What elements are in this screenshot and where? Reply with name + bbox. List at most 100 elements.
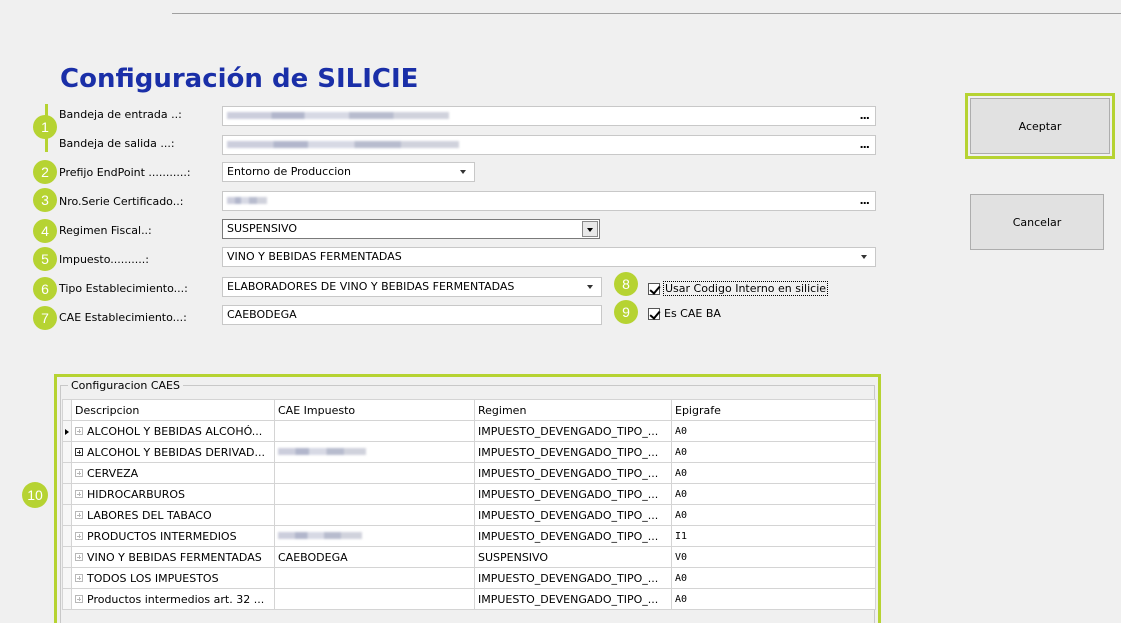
cell-descripcion[interactable]: CERVEZA [71, 462, 275, 484]
top-divider [172, 13, 1121, 14]
redacted-path [227, 140, 459, 148]
es-cae-ba-checkbox[interactable] [648, 308, 660, 320]
cell-cae[interactable] [274, 441, 475, 463]
cell-descripcion[interactable]: PRODUCTOS INTERMEDIOS [71, 525, 275, 547]
cell-cae[interactable] [274, 588, 475, 610]
prefijo-endpoint-label: Prefijo EndPoint ...........: [59, 166, 191, 179]
column-header-cae-impuesto[interactable]: CAE Impuesto [274, 399, 475, 421]
es-cae-ba-label[interactable]: Es CAE BA [664, 307, 721, 320]
tipo-establecimiento-label: Tipo Establecimiento...: [59, 282, 188, 295]
cell-cae[interactable] [274, 525, 475, 547]
column-header-regimen[interactable]: Regimen [474, 399, 672, 421]
nro-serie-field[interactable]: ... [222, 191, 876, 211]
expand-icon[interactable] [75, 594, 83, 603]
cell-regimen[interactable]: IMPUESTO_DEVENGADO_TIPO_... [474, 441, 672, 463]
bandeja-salida-field[interactable]: ... [222, 135, 876, 155]
cell-cae[interactable] [274, 462, 475, 484]
cell-epigrafe[interactable]: V0 [671, 546, 876, 568]
table-row[interactable]: TODOS LOS IMPUESTOS IMPUESTO_DEVENGADO_T… [62, 567, 876, 589]
expand-icon[interactable] [75, 468, 83, 477]
usar-codigo-label[interactable]: Usar Codigo Interno en silicie [663, 281, 829, 296]
cell-descripcion[interactable]: ALCOHOL Y BEBIDAS DERIVAD... [71, 441, 275, 463]
regimen-fiscal-label: Regimen Fiscal..: [59, 224, 152, 237]
cell-epigrafe[interactable]: A0 [671, 420, 876, 442]
cell-epigrafe[interactable]: A0 [671, 462, 876, 484]
expand-icon[interactable] [75, 510, 83, 519]
cell-descripcion[interactable]: TODOS LOS IMPUESTOS [71, 567, 275, 589]
caes-grid[interactable]: Descripcion CAE Impuesto Regimen Epigraf… [62, 399, 876, 610]
cell-regimen[interactable]: IMPUESTO_DEVENGADO_TIPO_... [474, 483, 672, 505]
row-header [62, 525, 72, 547]
expand-icon[interactable] [75, 426, 83, 435]
column-header-epigrafe[interactable]: Epigrafe [671, 399, 876, 421]
cell-epigrafe[interactable]: A0 [671, 441, 876, 463]
chevron-down-icon [861, 255, 867, 259]
aceptar-button[interactable]: Aceptar [970, 98, 1110, 154]
redacted-serial [227, 196, 267, 204]
chevron-down-icon [460, 170, 466, 174]
browse-salida-button[interactable]: ... [859, 136, 870, 154]
expand-icon[interactable] [75, 447, 83, 456]
cell-regimen[interactable]: SUSPENSIVO [474, 546, 672, 568]
expand-icon[interactable] [75, 489, 83, 498]
cell-regimen[interactable]: IMPUESTO_DEVENGADO_TIPO_... [474, 462, 672, 484]
table-row[interactable]: HIDROCARBUROS IMPUESTO_DEVENGADO_TIPO_..… [62, 483, 876, 505]
table-row[interactable]: PRODUCTOS INTERMEDIOS IMPUESTO_DEVENGADO… [62, 525, 876, 547]
expand-icon[interactable] [75, 531, 83, 540]
current-row-indicator [62, 420, 72, 442]
tipo-establecimiento-select[interactable]: ELABORADORES DE VINO Y BEBIDAS FERMENTAD… [222, 277, 602, 297]
impuesto-select[interactable]: VINO Y BEBIDAS FERMENTADAS [222, 247, 876, 267]
badge-2: 2 [33, 160, 57, 184]
cae-establecimiento-label: CAE Establecimiento...: [59, 311, 187, 324]
usar-codigo-checkbox[interactable] [648, 283, 660, 295]
table-row[interactable]: CERVEZA IMPUESTO_DEVENGADO_TIPO_... A0 [62, 462, 876, 484]
column-header-descripcion[interactable]: Descripcion [71, 399, 275, 421]
browse-certificado-button[interactable]: ... [859, 192, 870, 210]
table-row[interactable]: LABORES DEL TABACO IMPUESTO_DEVENGADO_TI… [62, 504, 876, 526]
cell-cae[interactable] [274, 504, 475, 526]
table-row[interactable]: VINO Y BEBIDAS FERMENTADAS CAEBODEGA SUS… [62, 546, 876, 568]
expand-icon[interactable] [75, 552, 83, 561]
redacted-path [227, 111, 449, 119]
cell-descripcion[interactable]: ALCOHOL Y BEBIDAS ALCOHÓ... [71, 420, 275, 442]
cell-epigrafe[interactable]: A0 [671, 588, 876, 610]
badge-3: 3 [33, 188, 57, 212]
cell-cae[interactable] [274, 420, 475, 442]
cell-cae[interactable] [274, 567, 475, 589]
regimen-fiscal-select[interactable]: SUSPENSIVO [222, 219, 600, 239]
impuesto-label: Impuesto..........: [59, 253, 149, 266]
cell-cae[interactable]: CAEBODEGA [274, 546, 475, 568]
impuesto-value: VINO Y BEBIDAS FERMENTADAS [227, 250, 402, 263]
expand-icon[interactable] [75, 573, 83, 582]
table-row[interactable]: ALCOHOL Y BEBIDAS DERIVAD... IMPUESTO_DE… [62, 441, 876, 463]
browse-entrada-button[interactable]: ... [859, 107, 870, 125]
row-header [62, 567, 72, 589]
cell-regimen[interactable]: IMPUESTO_DEVENGADO_TIPO_... [474, 567, 672, 589]
cell-regimen[interactable]: IMPUESTO_DEVENGADO_TIPO_... [474, 588, 672, 610]
cell-regimen[interactable]: IMPUESTO_DEVENGADO_TIPO_... [474, 504, 672, 526]
cell-descripcion[interactable]: Productos intermedios art. 32 ... [71, 588, 275, 610]
badge-10: 10 [22, 482, 48, 508]
cell-descripcion[interactable]: HIDROCARBUROS [71, 483, 275, 505]
cell-descripcion[interactable]: LABORES DEL TABACO [71, 504, 275, 526]
cell-regimen[interactable]: IMPUESTO_DEVENGADO_TIPO_... [474, 525, 672, 547]
cell-epigrafe[interactable]: A0 [671, 567, 876, 589]
cell-epigrafe[interactable]: I1 [671, 525, 876, 547]
cae-establecimiento-input[interactable]: CAEBODEGA [222, 305, 602, 325]
prefijo-endpoint-value: Entorno de Produccion [227, 165, 351, 178]
badge-5: 5 [33, 247, 57, 271]
table-row[interactable]: ALCOHOL Y BEBIDAS ALCOHÓ... IMPUESTO_DEV… [62, 420, 876, 442]
bandeja-entrada-field[interactable]: ... [222, 106, 876, 126]
cell-descripcion[interactable]: VINO Y BEBIDAS FERMENTADAS [71, 546, 275, 568]
row-arrow-icon [65, 428, 69, 435]
cell-cae[interactable] [274, 483, 475, 505]
dropdown-button[interactable] [582, 221, 598, 237]
cell-epigrafe[interactable]: A0 [671, 504, 876, 526]
grid-header-row: Descripcion CAE Impuesto Regimen Epigraf… [62, 399, 876, 421]
prefijo-endpoint-select[interactable]: Entorno de Produccion [222, 162, 475, 182]
table-row[interactable]: Productos intermedios art. 32 ... IMPUES… [62, 588, 876, 610]
cancelar-button[interactable]: Cancelar [970, 194, 1104, 250]
cell-regimen[interactable]: IMPUESTO_DEVENGADO_TIPO_... [474, 420, 672, 442]
chevron-down-icon [587, 228, 593, 232]
cell-epigrafe[interactable]: A0 [671, 483, 876, 505]
